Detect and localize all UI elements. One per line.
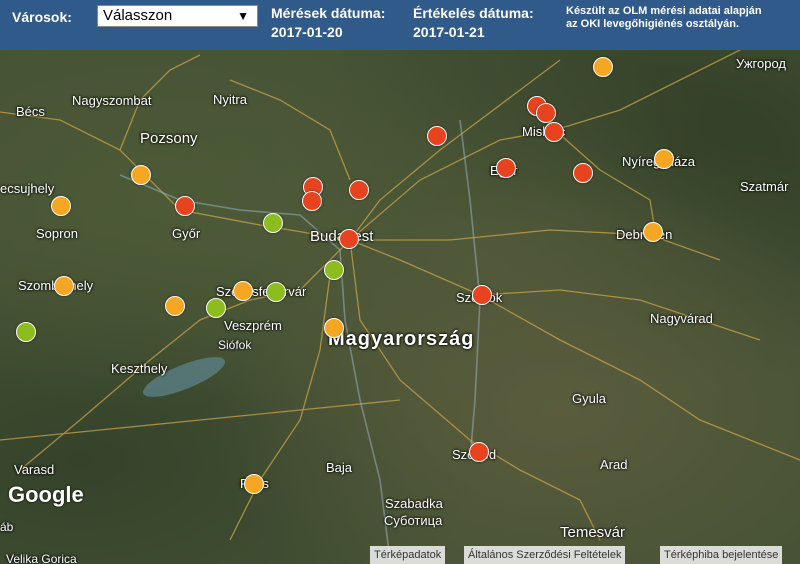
dropdown-arrow-icon: ▼ (237, 9, 249, 23)
marker-varpalota[interactable] (206, 298, 226, 318)
marker-sopron[interactable] (51, 196, 71, 216)
place-nagyszombat: Nagyszombat (72, 93, 152, 108)
place-temesvar: Temesvár (560, 524, 626, 541)
place-sopron: Sopron (36, 226, 78, 241)
report-map-error-link[interactable]: Térképhiba bejelentése (660, 546, 783, 564)
credit-text: Készült az OLM mérési adatai alapján az … (566, 5, 762, 30)
google-logo[interactable]: Google (8, 482, 84, 508)
air-quality-map-app: Városok: Válasszon ▼ Mérések dátuma: 201… (0, 0, 800, 564)
place-zagreb: áb (0, 520, 14, 534)
place-velika-gorica: Velika Gorica (6, 552, 77, 564)
place-magyarorszag: Magyarország (328, 328, 475, 350)
marker-debrecen[interactable] (643, 222, 663, 242)
place-szabadka: Szabadka (385, 496, 443, 511)
marker-kazincbarcika-2[interactable] (536, 103, 556, 123)
marker-szolnok[interactable] (472, 285, 492, 305)
road-network (0, 50, 800, 561)
marker-pecs[interactable] (244, 474, 264, 494)
marker-budapest-north-1[interactable] (302, 191, 322, 211)
place-gyor: Győr (172, 226, 201, 241)
eval-date-label: Értékelés dátuma: (413, 5, 534, 21)
place-nyitra: Nyitra (213, 92, 247, 107)
place-varasd: Varasd (14, 462, 55, 477)
map-canvas[interactable]: Bécs Nagyszombat Nyitra Pozsony Miskolc … (0, 50, 800, 564)
place-subotica: Суботица (384, 513, 443, 528)
marker-zalaegerszeg[interactable] (16, 322, 36, 342)
place-baja: Baja (326, 460, 353, 475)
place-ecsujhely: ecsujhely (0, 181, 55, 196)
city-select[interactable]: Válasszon ▼ (97, 5, 258, 27)
marker-dunaujvaros[interactable] (324, 318, 344, 338)
marker-kassa[interactable] (593, 57, 613, 77)
place-becs: Bécs (16, 104, 45, 119)
marker-szombathely[interactable] (54, 276, 74, 296)
place-veszprem: Veszprém (224, 318, 282, 333)
marker-szekesfehervar-2[interactable] (266, 282, 286, 302)
terms-link[interactable]: Általános Szerződési Feltételek (464, 546, 626, 564)
marker-szekesfehervar-1[interactable] (233, 281, 253, 301)
marker-szeged[interactable] (469, 442, 489, 462)
place-arad: Arad (600, 457, 628, 472)
place-szatmar: Szatmár (740, 179, 789, 194)
marker-budapest-north-2[interactable] (349, 180, 369, 200)
marker-nyiregyhaza[interactable] (654, 149, 674, 169)
place-gyula: Gyula (572, 391, 606, 406)
marker-budapest-south[interactable] (324, 260, 344, 280)
marker-ajka[interactable] (165, 296, 185, 316)
place-szekesfehervar: Székesfehérvár (216, 284, 307, 299)
marker-budapest[interactable] (339, 229, 359, 249)
place-siofok: Siófok (218, 338, 252, 352)
measure-date-value: 2017-01-20 (271, 24, 343, 40)
map-data-link[interactable]: Térképadatok (370, 546, 446, 564)
marker-tatabanya[interactable] (263, 213, 283, 233)
place-nagyvarad: Nagyvárad (650, 311, 713, 326)
eval-date-value: 2017-01-21 (413, 24, 485, 40)
place-ungvar: Ужгород (736, 56, 786, 71)
place-keszthely: Keszthely (111, 361, 168, 376)
marker-salgotarjan[interactable] (427, 126, 447, 146)
marker-miskolc[interactable] (544, 122, 564, 142)
city-select-value: Válasszon (103, 7, 173, 24)
marker-gyor[interactable] (175, 196, 195, 216)
marker-tiszaujvaros[interactable] (573, 163, 593, 183)
place-pozsony: Pozsony (140, 130, 198, 147)
marker-mosonmagyarovar[interactable] (131, 165, 151, 185)
cities-label: Városok: (12, 9, 72, 25)
marker-eger[interactable] (496, 158, 516, 178)
measure-date-label: Mérések dátuma: (271, 5, 386, 21)
header-bar: Városok: Válasszon ▼ Mérések dátuma: 201… (0, 0, 800, 50)
